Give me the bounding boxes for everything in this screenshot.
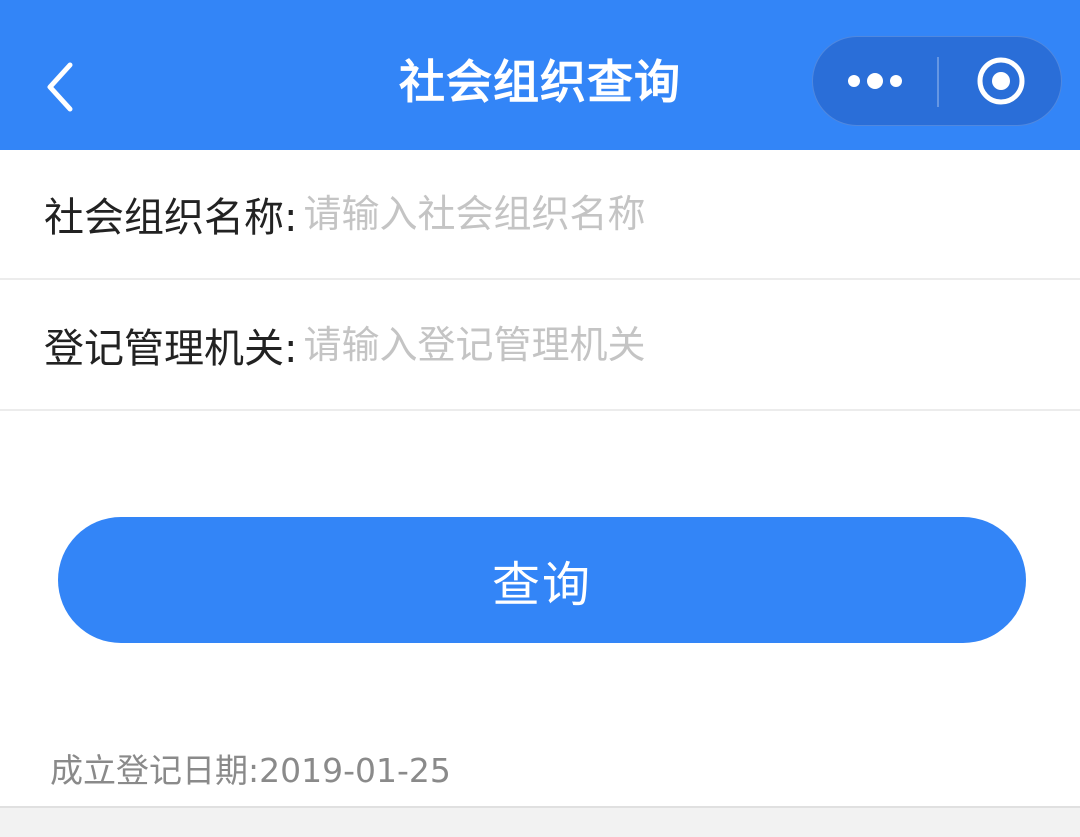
- authority-input[interactable]: [303, 315, 1004, 375]
- navigation-bar: 社会组织查询: [0, 0, 1080, 150]
- page-title: 社会组织查询: [399, 55, 681, 109]
- chevron-left-icon: [47, 62, 73, 112]
- more-dots-icon: [848, 73, 902, 89]
- authority-label: 登记管理机关:: [44, 326, 298, 372]
- back-button[interactable]: [30, 52, 90, 122]
- search-form: 社会组织名称: 登记管理机关:: [0, 150, 1080, 808]
- authority-row: 登记管理机关:: [0, 281, 1080, 411]
- org-name-label: 社会组织名称:: [44, 195, 298, 241]
- query-button[interactable]: 查询: [58, 517, 1026, 643]
- registration-date-value: 2019-01-25: [259, 751, 451, 790]
- mini-program-capsule: [812, 36, 1062, 126]
- org-name-row: 社会组织名称:: [0, 150, 1080, 280]
- registration-date-label: 成立登记日期:: [50, 751, 260, 790]
- result-registration-date: 成立登记日期:2019-01-25: [50, 744, 451, 792]
- result-divider: [0, 806, 1080, 808]
- close-button[interactable]: [939, 37, 1063, 125]
- target-circle-icon: [977, 57, 1025, 105]
- more-button[interactable]: [813, 37, 937, 125]
- org-name-input[interactable]: [303, 184, 1004, 244]
